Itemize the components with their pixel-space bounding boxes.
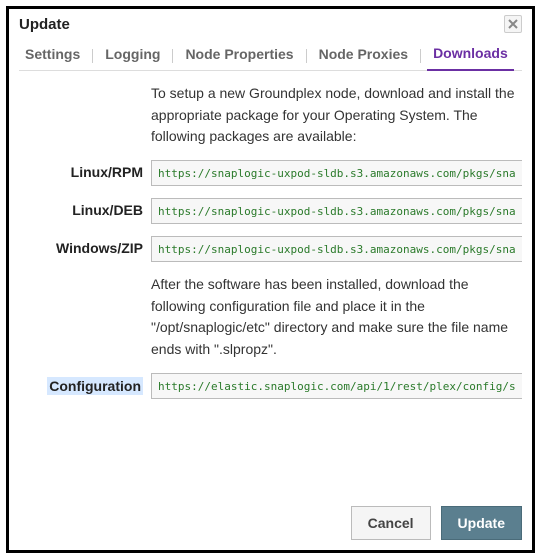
tab-settings[interactable]: Settings	[19, 42, 86, 70]
tab-node-properties[interactable]: Node Properties	[179, 42, 299, 70]
close-icon	[508, 19, 518, 29]
empty-label	[21, 83, 151, 87]
row-linux-deb: Linux/DEB https://snaplogic-uxpod-sldb.s…	[21, 198, 520, 224]
close-button[interactable]	[504, 15, 522, 33]
tab-separator	[420, 49, 421, 63]
tab-bar: Settings Logging Node Properties Node Pr…	[19, 37, 522, 71]
update-dialog: Update Settings Logging Node Properties …	[6, 6, 535, 553]
url-configuration[interactable]: https://elastic.snaplogic.com/api/1/rest…	[151, 373, 522, 399]
tab-downloads[interactable]: Downloads	[427, 41, 514, 71]
url-linux-rpm[interactable]: https://snaplogic-uxpod-sldb.s3.amazonaw…	[151, 160, 522, 186]
label-windows-zip: Windows/ZIP	[21, 236, 151, 256]
url-windows-zip[interactable]: https://snaplogic-uxpod-sldb.s3.amazonaw…	[151, 236, 522, 262]
row-configuration: Configuration https://elastic.snaplogic.…	[21, 373, 520, 399]
tab-node-proxies[interactable]: Node Proxies	[313, 42, 414, 70]
row-windows-zip: Windows/ZIP https://snaplogic-uxpod-sldb…	[21, 236, 520, 262]
update-button[interactable]: Update	[441, 506, 522, 540]
dialog-title: Update	[19, 16, 70, 33]
label-configuration: Configuration	[47, 377, 143, 395]
tab-separator	[92, 49, 93, 63]
intro-text: To setup a new Groundplex node, download…	[151, 83, 520, 148]
intro-row: To setup a new Groundplex node, download…	[21, 83, 520, 148]
dialog-header: Update	[19, 15, 522, 37]
url-linux-deb[interactable]: https://snaplogic-uxpod-sldb.s3.amazonaw…	[151, 198, 522, 224]
label-linux-deb: Linux/DEB	[21, 198, 151, 218]
tab-separator	[306, 49, 307, 63]
config-text: After the software has been installed, d…	[151, 274, 520, 361]
label-linux-rpm: Linux/RPM	[21, 160, 151, 180]
dialog-footer: Cancel Update	[19, 496, 522, 540]
dialog-content: To setup a new Groundplex node, download…	[19, 71, 522, 496]
tab-logging[interactable]: Logging	[99, 42, 166, 70]
empty-label	[21, 274, 151, 278]
config-text-row: After the software has been installed, d…	[21, 274, 520, 361]
row-linux-rpm: Linux/RPM https://snaplogic-uxpod-sldb.s…	[21, 160, 520, 186]
tab-separator	[172, 49, 173, 63]
cancel-button[interactable]: Cancel	[351, 506, 431, 540]
